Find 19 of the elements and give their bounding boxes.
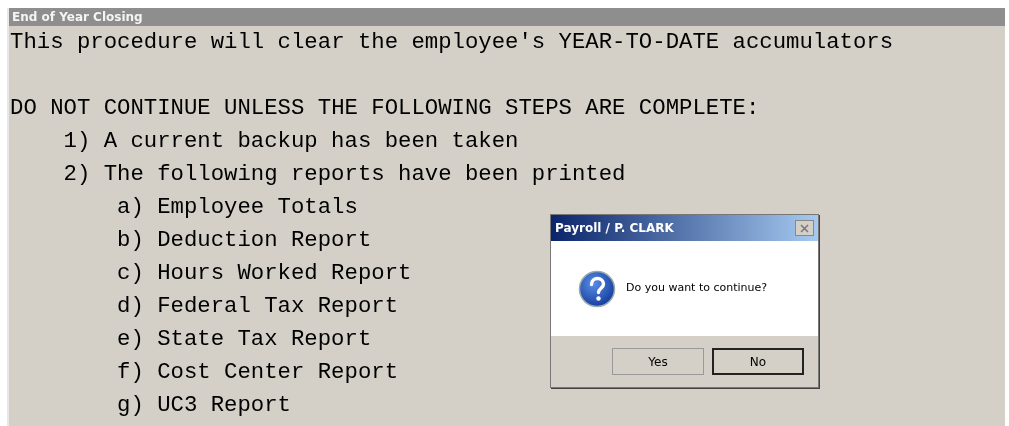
report-item: f) Cost Center Report [116, 358, 399, 387]
warning-text: DO NOT CONTINUE UNLESS THE FOLLOWING STEPS ARE COMPLETE: [10, 94, 760, 123]
report-item: g) UC3 Report [116, 391, 291, 420]
close-icon [800, 223, 809, 233]
step-text: 1) A current backup has been taken [62, 127, 519, 156]
close-button[interactable] [795, 220, 814, 236]
report-item: e) State Tax Report [116, 325, 372, 354]
dialog-button[interactable]: Yes [612, 348, 704, 375]
dialog-button[interactable]: No [712, 348, 804, 375]
question-icon [578, 269, 616, 308]
report-item: b) Deduction Report [116, 226, 372, 255]
intro-text: This procedure will clear the employee's YEAR-TO-DATE accumulators [10, 28, 894, 57]
report-item: c) Hours Worked Report [116, 259, 412, 288]
dialog-title: Payroll / P. CLARK [555, 220, 674, 237]
step-text: 2) The following reports have been printed [62, 160, 626, 189]
report-item: d) Federal Tax Report [116, 292, 399, 321]
window-title: End of Year Closing [9, 8, 1005, 26]
dialog-message: Do you want to continue? [626, 280, 768, 297]
report-item: a) Employee Totals [116, 193, 358, 222]
